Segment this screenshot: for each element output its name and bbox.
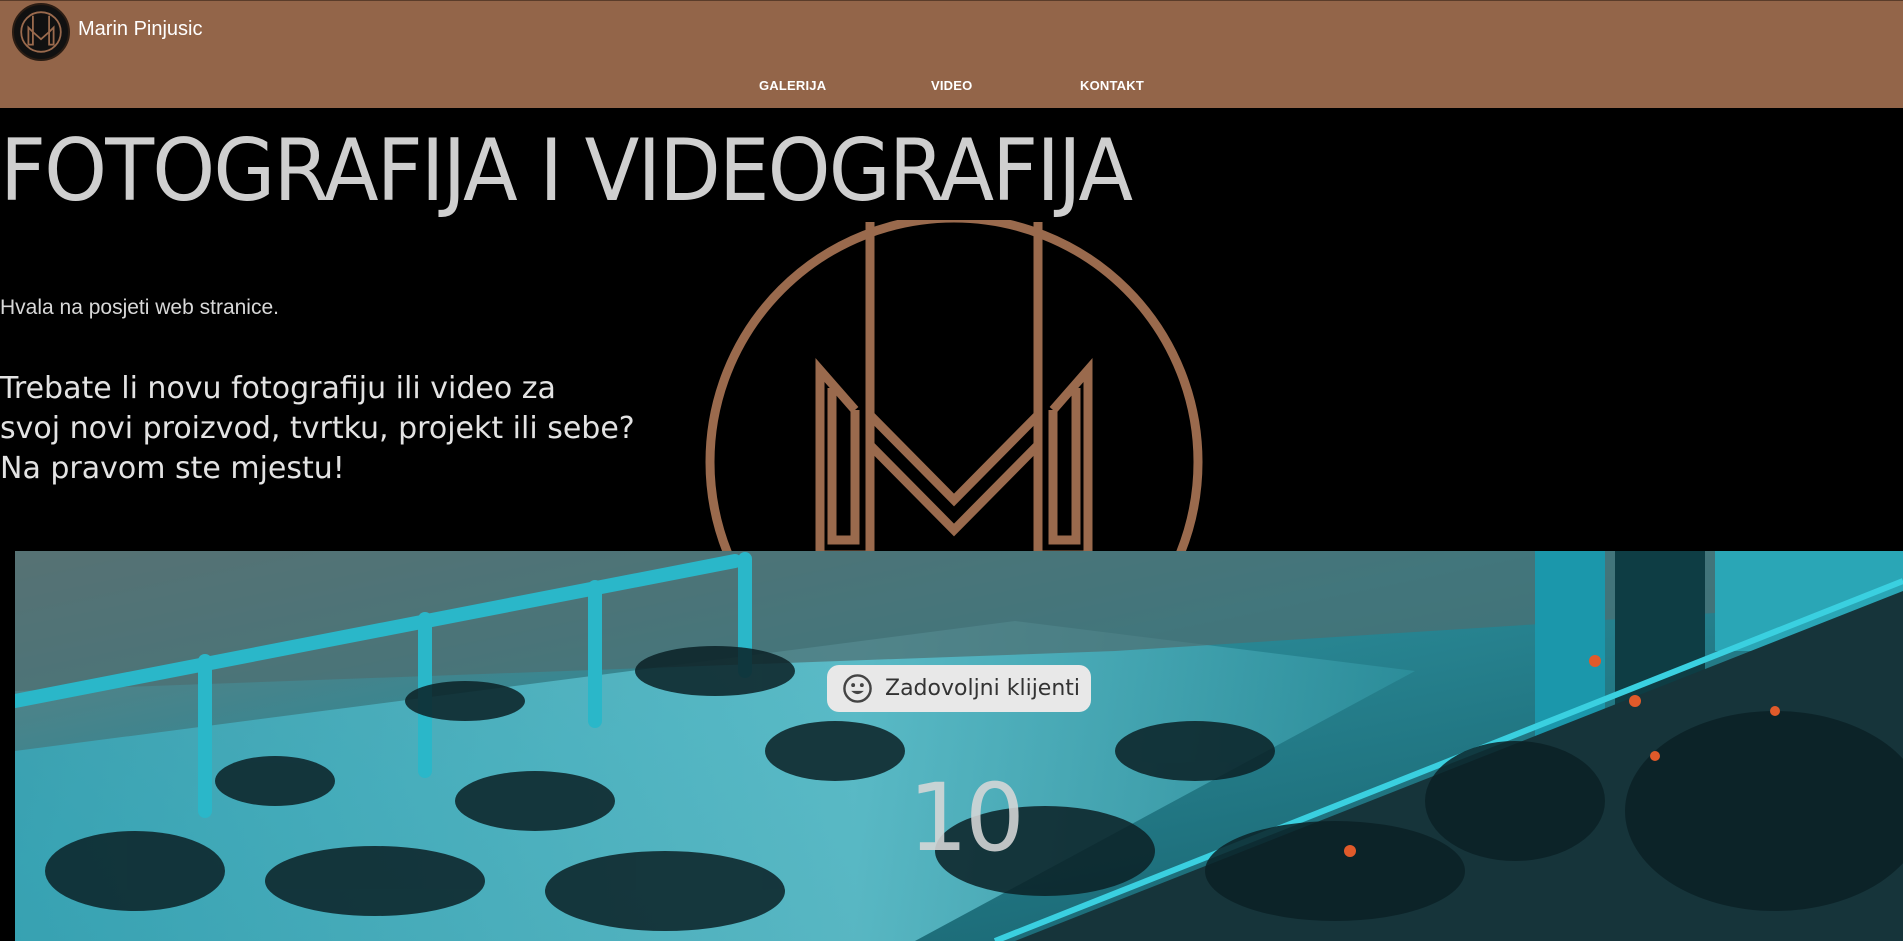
- nav-link-kontakt[interactable]: KONTAKT: [1080, 78, 1144, 93]
- smiley-face-icon: [843, 674, 872, 703]
- nav-link-video[interactable]: VIDEO: [931, 78, 972, 93]
- main-nav: GALERIJA VIDEO KONTAKT: [0, 78, 1903, 94]
- satisfied-clients-label: Zadovoljni klijenti: [885, 676, 1081, 701]
- nav-link-galerija[interactable]: GALERIJA: [759, 78, 826, 93]
- page: Marin Pinjusic GALERIJA VIDEO KONTAKT FO…: [0, 0, 1903, 941]
- satisfied-clients-badge: Zadovoljni klijenti: [827, 665, 1091, 712]
- satisfied-clients-count: 10: [908, 764, 1025, 873]
- site-header: Marin Pinjusic GALERIJA VIDEO KONTAKT: [0, 0, 1903, 108]
- hero-title: FOTOGRAFIJA I VIDEOGRAFIJA: [0, 121, 1133, 221]
- pitch-line: Trebate li novu fotografiju ili video za: [0, 371, 556, 406]
- pitch-text: Trebate li novu fotografiju ili video za…: [0, 369, 660, 489]
- pitch-line: Na pravom ste mjestu!: [0, 451, 345, 486]
- mp-monogram-icon: [700, 220, 1208, 560]
- welcome-text: Hvala na posjeti web stranice.: [0, 296, 279, 319]
- mp-monogram-icon[interactable]: [12, 3, 70, 61]
- background-photo: [15, 551, 1903, 941]
- pitch-line: svoj novi proizvod, tvrtku, projekt ili …: [0, 411, 635, 446]
- site-name[interactable]: Marin Pinjusic: [78, 18, 202, 41]
